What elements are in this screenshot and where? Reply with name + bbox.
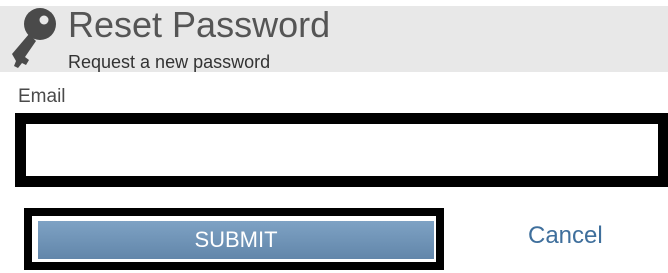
submit-button-frame: SUBMIT: [24, 208, 444, 270]
page-title: Reset Password: [68, 4, 331, 45]
page-header: Reset Password Request a new password: [0, 4, 668, 72]
key-icon: [6, 6, 68, 76]
email-field[interactable]: [15, 113, 668, 187]
cancel-link[interactable]: Cancel: [528, 222, 603, 250]
submit-button[interactable]: SUBMIT: [38, 221, 434, 259]
email-label: Email: [18, 86, 66, 107]
page-subtitle: Request a new password: [68, 52, 271, 72]
